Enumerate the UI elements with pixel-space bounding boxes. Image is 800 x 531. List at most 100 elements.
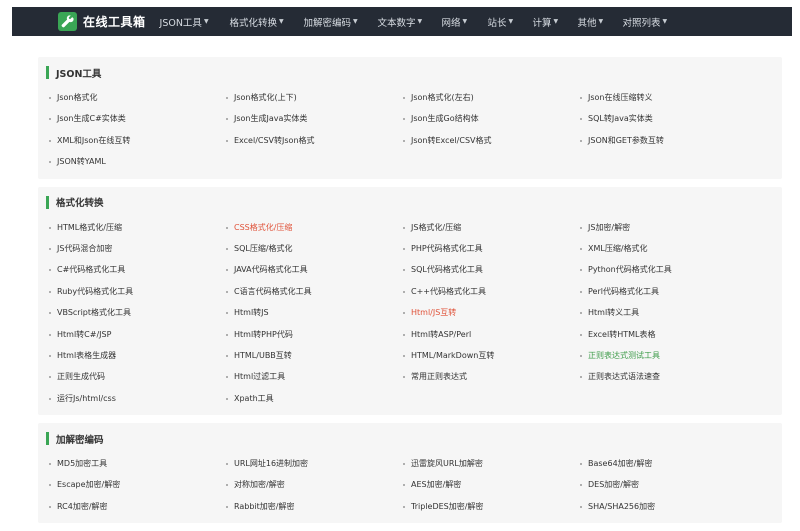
tool-link[interactable]: Html转C#/JSP [38, 324, 215, 345]
tool-link[interactable]: 对称加密/解密 [215, 474, 392, 495]
tool-link[interactable]: Json格式化(左右) [392, 87, 569, 108]
section-header: 加解密编码 [38, 431, 782, 446]
nav-label: 加解密编码 [303, 17, 352, 29]
nav-text-number[interactable]: 文本数字 ▼ [378, 15, 442, 29]
tool-link[interactable]: SQL压缩/格式化 [215, 238, 392, 259]
tool-link[interactable]: HTML/MarkDown互转 [392, 345, 569, 366]
tool-link[interactable]: CSS格式化/压缩 [215, 217, 392, 238]
tool-link[interactable]: Base64加密/解密 [569, 453, 746, 474]
main-content: JSON工具 Json格式化 Json格式化(上下) Json格式化(左右) J… [38, 57, 782, 531]
tool-link[interactable]: Json格式化(上下) [215, 87, 392, 108]
tool-link[interactable]: Excel转HTML表格 [569, 324, 746, 345]
tool-link[interactable]: C语言代码格式化工具 [215, 281, 392, 302]
tool-link[interactable]: Html转JS [215, 302, 392, 323]
tool-link[interactable]: Rabbit加密/解密 [215, 496, 392, 517]
tool-link[interactable]: PHP代码格式化工具 [392, 238, 569, 259]
tool-link[interactable]: Json在线压缩转义 [569, 87, 746, 108]
section-json-tools: JSON工具 Json格式化 Json格式化(上下) Json格式化(左右) J… [38, 57, 782, 179]
tool-link[interactable]: JS代码混合加密 [38, 238, 215, 259]
tool-link-grid: HTML格式化/压缩 CSS格式化/压缩 JS格式化/压缩 JS加密/解密 JS… [38, 217, 782, 410]
tool-link[interactable]: 常用正则表达式 [392, 366, 569, 387]
tool-link[interactable]: C#代码格式化工具 [38, 259, 215, 280]
tool-link[interactable]: Json生成Go结构体 [392, 108, 569, 129]
tool-link[interactable]: SHA/SHA256加密 [569, 496, 746, 517]
tool-link[interactable]: SQL转Java实体类 [569, 108, 746, 129]
nav-calculate[interactable]: 计算 ▼ [533, 15, 578, 29]
section-header: 格式化转换 [38, 195, 782, 210]
nav-label: 计算 [532, 17, 552, 29]
tool-link[interactable]: 正则生成代码 [38, 366, 215, 387]
caret-down-icon: ▼ [203, 18, 209, 25]
main-nav: JSON工具 ▼ 格式化转换 ▼ 加解密编码 ▼ 文本数字 ▼ 网络 ▼ 站长 ▼ 计算 ▼ … [160, 15, 683, 29]
nav-other[interactable]: 其他 ▼ [578, 15, 623, 29]
tool-link[interactable]: HTML格式化/压缩 [38, 217, 215, 238]
tool-link[interactable]: AES加密/解密 [392, 474, 569, 495]
tool-link[interactable]: HTML/UBB互转 [215, 345, 392, 366]
tool-link[interactable]: Xpath工具 [215, 388, 392, 409]
tool-link[interactable]: Perl代码格式化工具 [569, 281, 746, 302]
tool-link[interactable]: JS加密/解密 [569, 217, 746, 238]
nav-label: 网络 [441, 17, 461, 29]
tool-link[interactable]: 正则表达式语法速查 [569, 366, 746, 387]
tool-link[interactable]: Html转PHP代码 [215, 324, 392, 345]
tool-link[interactable]: RC4加密/解密 [38, 496, 215, 517]
tool-link[interactable]: SQL代码格式化工具 [392, 259, 569, 280]
section-accent-bar [46, 66, 49, 79]
tool-link[interactable]: Json格式化 [38, 87, 215, 108]
caret-down-icon: ▼ [662, 18, 668, 25]
nav-label: 对照列表 [622, 17, 661, 29]
nav-encrypt-encode[interactable]: 加解密编码 ▼ [304, 15, 378, 29]
tool-link[interactable]: 正则表达式测试工具 [569, 345, 746, 366]
section-format-convert: 格式化转换 HTML格式化/压缩 CSS格式化/压缩 JS格式化/压缩 JS加密… [38, 186, 782, 416]
top-navbar: 在线工具箱 JSON工具 ▼ 格式化转换 ▼ 加解密编码 ▼ 文本数字 ▼ 网络 ▼ 站长… [12, 7, 792, 36]
tool-link[interactable]: TripleDES加密/解密 [392, 496, 569, 517]
tool-link[interactable]: DES加密/解密 [569, 474, 746, 495]
tool-link[interactable]: Excel/CSV转Json格式 [215, 130, 392, 151]
tool-link-grid: Json格式化 Json格式化(上下) Json格式化(左右) Json在线压缩… [38, 87, 782, 173]
nav-json-tools[interactable]: JSON工具 ▼ [160, 15, 230, 29]
caret-down-icon: ▼ [553, 18, 559, 25]
nav-network[interactable]: 网络 ▼ [442, 15, 488, 29]
tool-link[interactable]: Ruby代码格式化工具 [38, 281, 215, 302]
tool-link[interactable]: XML压缩/格式化 [569, 238, 746, 259]
nav-reference-lists[interactable]: 对照列表 ▼ [623, 15, 683, 29]
tool-link[interactable]: Json转Excel/CSV格式 [392, 130, 569, 151]
tool-link[interactable]: Escape加密/解密 [38, 474, 215, 495]
tool-link[interactable]: Html过滤工具 [215, 366, 392, 387]
tool-link[interactable]: 迅雷旋风URL加解密 [392, 453, 569, 474]
tool-link[interactable]: URL网址16进制加密 [215, 453, 392, 474]
section-accent-bar [46, 432, 49, 446]
tool-link[interactable]: Python代码格式化工具 [569, 259, 746, 280]
tool-link[interactable]: XML和Json在线互转 [38, 130, 215, 151]
nav-label: 格式化转换 [229, 17, 278, 29]
tool-link[interactable]: C++代码格式化工具 [392, 281, 569, 302]
nav-webmaster[interactable]: 站长 ▼ [488, 15, 533, 29]
section-title: 加解密编码 [56, 434, 104, 446]
caret-down-icon: ▼ [508, 18, 514, 25]
caret-down-icon: ▼ [598, 18, 604, 25]
section-accent-bar [46, 195, 49, 209]
tool-link[interactable]: VBScript格式化工具 [38, 302, 215, 323]
section-title: 格式化转换 [56, 198, 104, 210]
tool-link[interactable]: Html/JS互转 [392, 302, 569, 323]
tool-link[interactable]: MD5加密工具 [38, 453, 215, 474]
tool-link[interactable]: Json生成C#实体类 [38, 108, 215, 129]
tool-link[interactable]: Html转义工具 [569, 302, 746, 323]
nav-label: 文本数字 [377, 17, 416, 29]
tool-link[interactable]: Html表格生成器 [38, 345, 215, 366]
nav-label: 其他 [577, 17, 597, 29]
tool-link[interactable]: JSON转YAML [38, 151, 215, 172]
wrench-icon [58, 12, 77, 31]
tool-link[interactable]: 运行Js/html/css [38, 388, 215, 409]
tool-link[interactable]: Html转ASP/Perl [392, 324, 569, 345]
brand[interactable]: 在线工具箱 [58, 12, 146, 31]
nav-format-convert[interactable]: 格式化转换 ▼ [230, 15, 304, 29]
tool-link[interactable]: Json生成Java实体类 [215, 108, 392, 129]
nav-label: JSON工具 [159, 17, 202, 29]
tool-link[interactable]: JAVA代码格式化工具 [215, 259, 392, 280]
caret-down-icon: ▼ [279, 18, 284, 25]
tool-link[interactable]: JS格式化/压缩 [392, 217, 569, 238]
section-title: JSON工具 [56, 68, 102, 80]
tool-link[interactable]: JSON和GET参数互转 [569, 130, 746, 151]
brand-name: 在线工具箱 [83, 15, 146, 29]
